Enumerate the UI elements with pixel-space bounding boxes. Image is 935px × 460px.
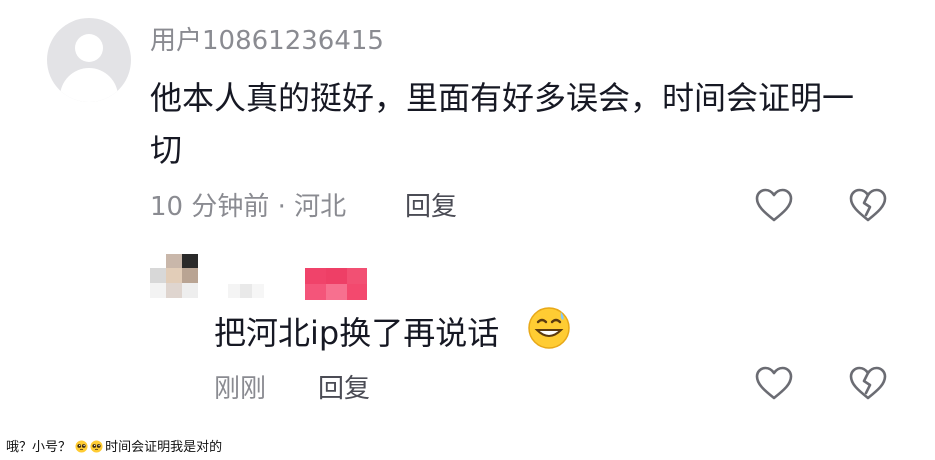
pleading-face-emoji-icon [90, 440, 103, 453]
caption-text: 哦？小号？ 时间会证明我是对的 [6, 436, 222, 455]
reply-reply-button[interactable]: 回复 [318, 368, 370, 405]
reply-time: 刚刚 [214, 374, 267, 404]
dislike-button[interactable] [848, 186, 888, 226]
comment-reply-button[interactable]: 回复 [405, 186, 457, 223]
reply-like-button[interactable] [754, 364, 794, 404]
comment-time-location: 10 分钟前 · 河北 [150, 192, 347, 222]
avatar-body-shape [60, 68, 118, 102]
broken-heart-icon [849, 366, 887, 400]
comment-username[interactable]: 用户10861236415 [150, 20, 384, 57]
broken-heart-icon [849, 188, 887, 222]
grinning-sweat-emoji-icon [528, 307, 570, 349]
like-button[interactable] [754, 186, 794, 226]
heart-outline-icon [755, 366, 793, 400]
caption-prefix: 哦？小号？ [6, 440, 72, 455]
comment-text: 他本人真的挺好，里面有好多误会，时间会证明一切 [150, 79, 855, 169]
reply-text: 把河北ip换了再说话 [214, 314, 500, 352]
default-avatar[interactable] [47, 18, 131, 102]
avatar-head-shape [75, 34, 103, 62]
reply-dislike-button[interactable] [848, 364, 888, 404]
reply-username-mosaic [228, 284, 264, 298]
heart-outline-icon [755, 188, 793, 222]
caption-suffix: 时间会证明我是对的 [105, 440, 223, 455]
comment-item: 用户10861236415 他本人真的挺好，里面有好多误会，时间会证明一切 10… [0, 0, 935, 430]
reply-target-mosaic [305, 268, 367, 300]
pleading-face-emoji-icon [75, 440, 88, 453]
reply-avatar-mosaic[interactable] [150, 254, 198, 298]
